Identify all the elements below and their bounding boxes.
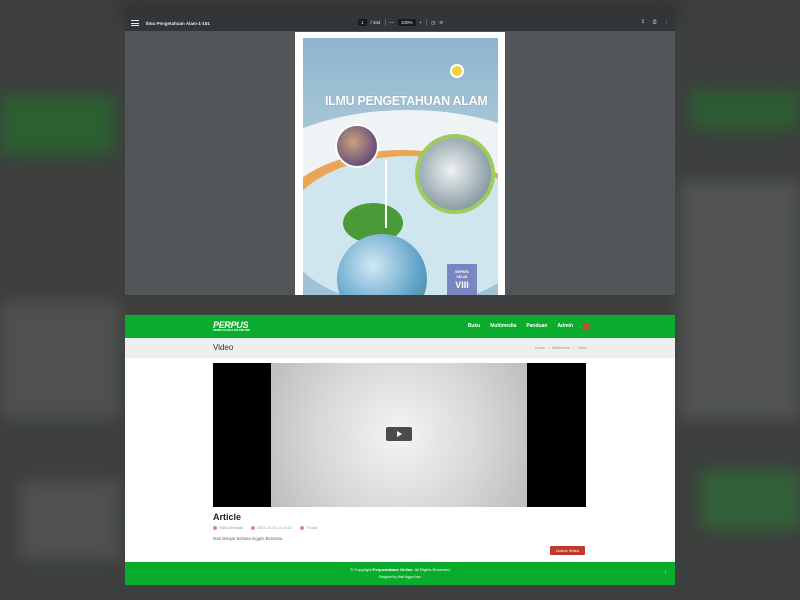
grade-badge-school: SMP/MTs <box>455 270 469 274</box>
breadcrumb-separator: / <box>547 346 549 350</box>
date-value: 2022-04-25 11:19:21 <box>257 526 293 530</box>
play-icon <box>396 431 402 437</box>
page-total: / 344 <box>370 20 381 25</box>
navbar: PERPUS PERPUSTAKAAN ONLINE Buku Multimed… <box>125 315 675 338</box>
pdf-viewer: Ilmu Pengetahuan Alam-1-151 1 / 344 — 10… <box>125 15 675 295</box>
breadcrumb-separator: / <box>573 346 575 350</box>
breadcrumb-multimedia[interactable]: Multimedia <box>552 346 570 350</box>
pdf-title: Ilmu Pengetahuan Alam-1-151 <box>146 20 210 26</box>
breadcrumb: Home / Multimedia / Video <box>535 346 587 350</box>
page-number-input[interactable]: 1 <box>358 19 367 26</box>
clock-icon <box>251 526 256 530</box>
back-to-top-icon[interactable]: ↑ <box>664 570 667 576</box>
site-logo[interactable]: PERPUS PERPUSTAKAAN ONLINE <box>213 320 250 332</box>
download-icon[interactable]: ↧ <box>641 19 645 25</box>
footer: © Copyright Perpustakaan Online. All Rig… <box>125 562 675 585</box>
fit-page-icon[interactable]: ◫ <box>431 20 435 26</box>
pdf-toolbar: Ilmu Pengetahuan Alam-1-151 1 / 344 — 10… <box>125 15 675 31</box>
nav-item-buku[interactable]: Buku <box>468 323 481 329</box>
copyright-name[interactable]: Perpustakaan Online <box>373 567 413 572</box>
author-name: Hilda Dirmada <box>219 526 244 530</box>
pdf-actions: ↧ ⎙ ⋮ <box>641 19 669 25</box>
date: 2022-04-25 11:19:21 <box>251 526 292 530</box>
book-cover-image: ILMU PENGETAHUAN ALAM SMP/MTs KELAS VIII <box>303 38 498 295</box>
nav-item-multimedia[interactable]: Multimedia <box>490 323 516 329</box>
satellite-dish-photo <box>415 134 495 214</box>
toolbar-divider <box>426 19 428 26</box>
nav-item-admin[interactable]: Admin <box>557 323 573 329</box>
pdf-page: ILMU PENGETAHUAN ALAM SMP/MTs KELAS VIII <box>295 32 505 295</box>
more-icon[interactable]: ⋮ <box>665 19 670 25</box>
breadcrumb-home[interactable]: Home <box>535 346 545 350</box>
zoom-in-button[interactable]: + <box>420 20 423 25</box>
lab-photo <box>335 124 379 168</box>
book-title: ILMU PENGETAHUAN ALAM <box>325 94 488 108</box>
page-header: Video Home / Multimedia / Video <box>125 338 675 358</box>
user-icon[interactable] <box>583 323 589 329</box>
play-button[interactable] <box>386 427 412 441</box>
views: 70 kali <box>300 526 317 530</box>
website: PERPUS PERPUSTAKAAN ONLINE Buku Multimed… <box>125 315 675 585</box>
toolbar-divider <box>384 19 386 26</box>
copyright-prefix: © Copyright <box>350 567 373 572</box>
zoom-level-input[interactable]: 100% <box>398 19 416 26</box>
footer-copyright: © Copyright Perpustakaan Online. All Rig… <box>125 562 675 572</box>
article-meta: Hilda Dirmada 2022-04-25 11:19:21 70 kal… <box>213 526 317 530</box>
video-frame[interactable] <box>271 363 527 507</box>
grade-badge-label: KELAS <box>456 275 468 279</box>
author: Hilda Dirmada <box>213 526 243 530</box>
download-video-button[interactable]: Unduh Video <box>549 546 585 555</box>
article-description: Mari Belajar Bahasa Inggris Bersama <box>213 536 283 541</box>
article-title: Article <box>213 512 242 522</box>
page-title: Video <box>213 343 234 352</box>
footer-credit: Designed by Hobi Ngga Koen <box>379 575 421 579</box>
copyright-suffix: . All Rights Reserved <box>412 567 450 572</box>
brand-subtitle: PERPUSTAKAAN ONLINE <box>213 328 250 332</box>
grade-badge-number: VIII <box>455 280 469 290</box>
breadcrumb-video: Video <box>577 346 587 350</box>
views-value: 70 kali <box>306 526 318 530</box>
eye-icon <box>300 526 305 530</box>
zoom-out-button[interactable]: — <box>390 20 395 25</box>
wind-turbine-illustration <box>385 160 387 228</box>
user-icon <box>213 526 217 530</box>
grade-badge: SMP/MTs KELAS VIII <box>447 264 477 295</box>
print-icon[interactable]: ⎙ <box>653 19 657 25</box>
menu-icon[interactable] <box>131 20 139 26</box>
ministry-logo-icon <box>450 64 464 78</box>
nav-menu: Buku Multimedia Panduan Admin <box>468 323 589 329</box>
nav-item-panduan[interactable]: Panduan <box>526 323 547 329</box>
rotate-icon[interactable]: ⟳ <box>439 20 443 26</box>
pdf-page-controls: 1 / 344 — 100% + ◫ ⟳ <box>358 19 443 26</box>
video-player[interactable] <box>213 363 586 507</box>
